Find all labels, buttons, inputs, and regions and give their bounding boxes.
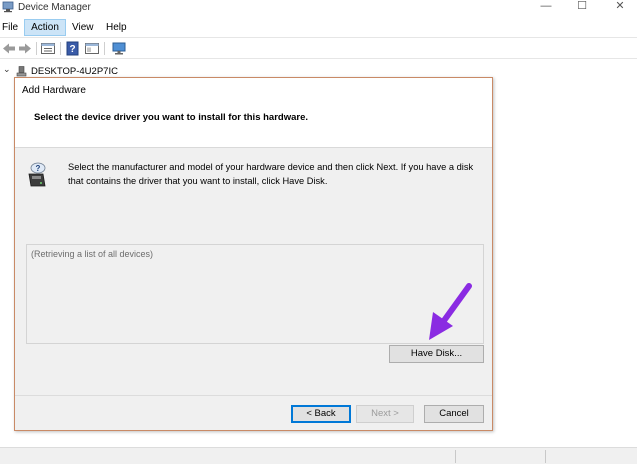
menu-action[interactable]: Action: [24, 19, 66, 36]
forward-arrow-icon[interactable]: [17, 41, 33, 56]
menu-help[interactable]: Help: [102, 19, 131, 36]
list-loading-status: (Retrieving a list of all devices): [31, 249, 154, 259]
dialog-heading: Select the device driver you want to ins…: [34, 112, 308, 123]
status-bar: [0, 447, 637, 464]
hardware-disk-icon: ?: [28, 162, 46, 187]
menu-file[interactable]: File: [0, 19, 22, 36]
footer-divider: [15, 395, 492, 396]
toolbar-separator: [104, 42, 105, 55]
device-manager-icon: [2, 1, 14, 13]
have-disk-button[interactable]: Have Disk...: [389, 345, 484, 363]
annotation-arrow-icon: [429, 283, 472, 340]
console-view-icon[interactable]: [84, 41, 100, 56]
svg-text:?: ?: [69, 44, 75, 55]
cancel-button[interactable]: Cancel: [424, 405, 484, 423]
scan-hardware-monitor-icon[interactable]: [111, 41, 127, 56]
menu-bar: File Action View Help: [0, 18, 637, 36]
dialog-title: Add Hardware: [22, 85, 86, 96]
help-icon[interactable]: ?: [65, 41, 81, 56]
computer-name-label: DESKTOP-4U2P7IC: [31, 66, 118, 77]
toolbar-separator: [60, 42, 61, 55]
dialog-header: Add Hardware Select the device driver yo…: [15, 78, 492, 148]
toolbar: ?: [0, 37, 637, 59]
back-button[interactable]: < Back: [291, 405, 351, 423]
device-model-list[interactable]: (Retrieving a list of all devices): [26, 244, 484, 344]
maximize-button[interactable]: ☐: [566, 0, 598, 15]
dialog-instructions: Select the manufacturer and model of you…: [68, 162, 474, 186]
toolbar-separator: [36, 42, 37, 55]
computer-icon: [16, 66, 27, 77]
status-bar-divider: [545, 450, 546, 463]
title-bar: Device Manager — ☐ ✕: [0, 0, 637, 18]
svg-text:?: ?: [36, 164, 41, 173]
add-hardware-dialog: Add Hardware Select the device driver yo…: [14, 77, 493, 431]
back-arrow-icon[interactable]: [1, 41, 17, 56]
status-bar-divider: [455, 450, 456, 463]
chevron-down-icon[interactable]: ⌄: [3, 64, 11, 75]
window-title: Device Manager: [18, 2, 91, 13]
minimize-button[interactable]: —: [530, 0, 562, 15]
properties-grid-icon[interactable]: [40, 41, 56, 56]
next-button[interactable]: Next >: [356, 405, 414, 423]
menu-view[interactable]: View: [68, 19, 98, 36]
close-button[interactable]: ✕: [604, 0, 636, 15]
